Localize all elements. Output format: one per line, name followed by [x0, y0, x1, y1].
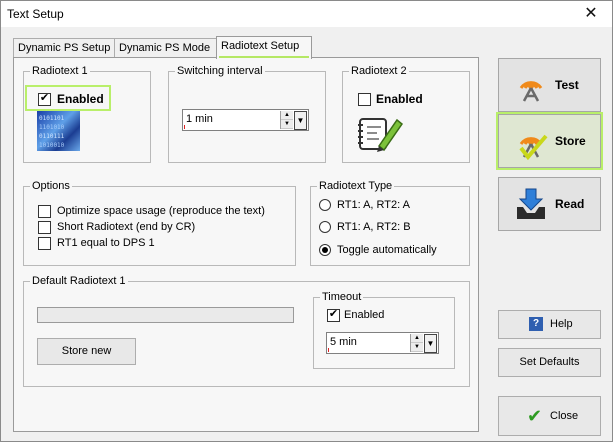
- options-legend: Options: [32, 180, 70, 192]
- check-icon: ✔: [328, 308, 339, 320]
- timeout-legend: Timeout: [322, 291, 362, 303]
- rt-type-toggle-radio[interactable]: [319, 244, 331, 256]
- store-button[interactable]: Store: [496, 112, 603, 170]
- help-question-icon: ?: [529, 317, 543, 331]
- spin-down-icon[interactable]: ▼: [281, 120, 293, 129]
- test-button[interactable]: Test: [498, 58, 601, 112]
- store-new-button[interactable]: Store new: [37, 338, 136, 365]
- timeout-enabled-label: Enabled: [344, 309, 385, 321]
- title-bar: Text Setup ✕: [1, 1, 612, 27]
- rt-type-aa-label: RT1: A, RT2: A: [337, 199, 410, 211]
- rt-type-ab-label: RT1: A, RT2: B: [337, 221, 411, 233]
- timeout-enabled-checkbox[interactable]: ✔: [327, 308, 340, 322]
- timeout-spin-arrows[interactable]: ▲ ▼: [410, 334, 423, 352]
- radiotext2-legend: Radiotext 2: [351, 65, 407, 77]
- antenna-check-icon: [515, 124, 549, 161]
- radiotext1-enabled-checkbox[interactable]: ✔: [38, 92, 51, 106]
- set-defaults-label: Set Defaults: [519, 356, 580, 368]
- close-button-label: Close: [550, 410, 579, 422]
- help-button-label: Help: [550, 318, 573, 330]
- radiotext2-enabled-label: Enabled: [376, 92, 423, 106]
- radiotext1-enabled-label: Enabled: [57, 92, 104, 106]
- set-defaults-button[interactable]: Set Defaults: [498, 348, 601, 377]
- rt-type-toggle-label: Toggle automatically: [337, 244, 437, 256]
- switching-interval-spinner[interactable]: 1 min ▲ ▼ ▼: [182, 109, 309, 131]
- close-window-icon[interactable]: ✕: [580, 4, 602, 24]
- checkmark-icon: ✔: [527, 406, 543, 426]
- help-button[interactable]: ? Help: [498, 310, 601, 339]
- tab-dynamic-ps-setup[interactable]: Dynamic PS Setup: [13, 38, 116, 57]
- rt-type-aa-radio[interactable]: [319, 199, 331, 211]
- radiotext-binary-image-icon: 0101101 1101010 0110111 1010010: [37, 111, 80, 151]
- timeout-spinner[interactable]: 5 min ▲ ▼ ▼: [326, 332, 439, 354]
- read-button-label: Read: [555, 197, 585, 211]
- close-button[interactable]: ✔ Close: [498, 396, 601, 436]
- chevron-down-icon[interactable]: ▼: [294, 111, 307, 130]
- tab-dynamic-ps-mode[interactable]: Dynamic PS Mode: [114, 38, 218, 57]
- default-radiotext1-text-field[interactable]: [37, 307, 294, 323]
- svg-text:1101010: 1101010: [39, 124, 65, 131]
- store-new-label: Store new: [61, 345, 112, 357]
- switching-interval-value: 1 min: [186, 113, 213, 125]
- timeout-value: 5 min: [330, 336, 357, 348]
- svg-text:0101101: 0101101: [39, 115, 65, 122]
- radiotext-type-legend: Radiotext Type: [319, 180, 393, 192]
- rt1-equal-dps1-checkbox[interactable]: [38, 237, 51, 250]
- optimize-space-label: Optimize space usage (reproduce the text…: [57, 205, 265, 217]
- window-title: Text Setup: [7, 7, 64, 21]
- svg-text:0110111: 0110111: [39, 133, 65, 140]
- default-radiotext1-legend: Default Radiotext 1: [32, 275, 126, 287]
- tab-radiotext-setup[interactable]: Radiotext Setup: [216, 36, 312, 59]
- rt-type-ab-radio[interactable]: [319, 221, 331, 233]
- svg-text:1010010: 1010010: [39, 142, 65, 149]
- spin-up-icon[interactable]: ▲: [281, 111, 293, 120]
- optimize-space-checkbox[interactable]: [38, 205, 51, 218]
- cursor-marker: [328, 348, 329, 352]
- read-button[interactable]: Read: [498, 177, 601, 231]
- timeout-group: Timeout: [313, 291, 455, 369]
- download-tray-icon: [515, 187, 547, 221]
- radio-selected-dot: [322, 247, 328, 253]
- store-button-label: Store: [555, 134, 586, 148]
- test-button-label: Test: [555, 78, 579, 92]
- radiotext1-legend: Radiotext 1: [32, 65, 88, 77]
- rt1-equal-dps1-label: RT1 equal to DPS 1: [57, 237, 155, 249]
- cursor-marker: [184, 125, 185, 129]
- check-icon: ✔: [39, 92, 50, 104]
- chevron-down-icon[interactable]: ▼: [424, 334, 437, 353]
- short-radiotext-checkbox[interactable]: [38, 221, 51, 234]
- text-setup-window: Text Setup ✕ Dynamic PS Setup Dynamic PS…: [0, 0, 613, 442]
- short-radiotext-label: Short Radiotext (end by CR): [57, 221, 196, 233]
- spin-down-icon[interactable]: ▼: [411, 343, 423, 352]
- spin-up-icon[interactable]: ▲: [411, 334, 423, 343]
- antenna-icon: [515, 68, 547, 102]
- switching-interval-legend: Switching interval: [177, 65, 263, 77]
- notepad-pen-icon: [357, 113, 407, 153]
- switching-interval-spin-arrows[interactable]: ▲ ▼: [280, 111, 293, 129]
- radiotext2-enabled-checkbox[interactable]: [358, 93, 371, 106]
